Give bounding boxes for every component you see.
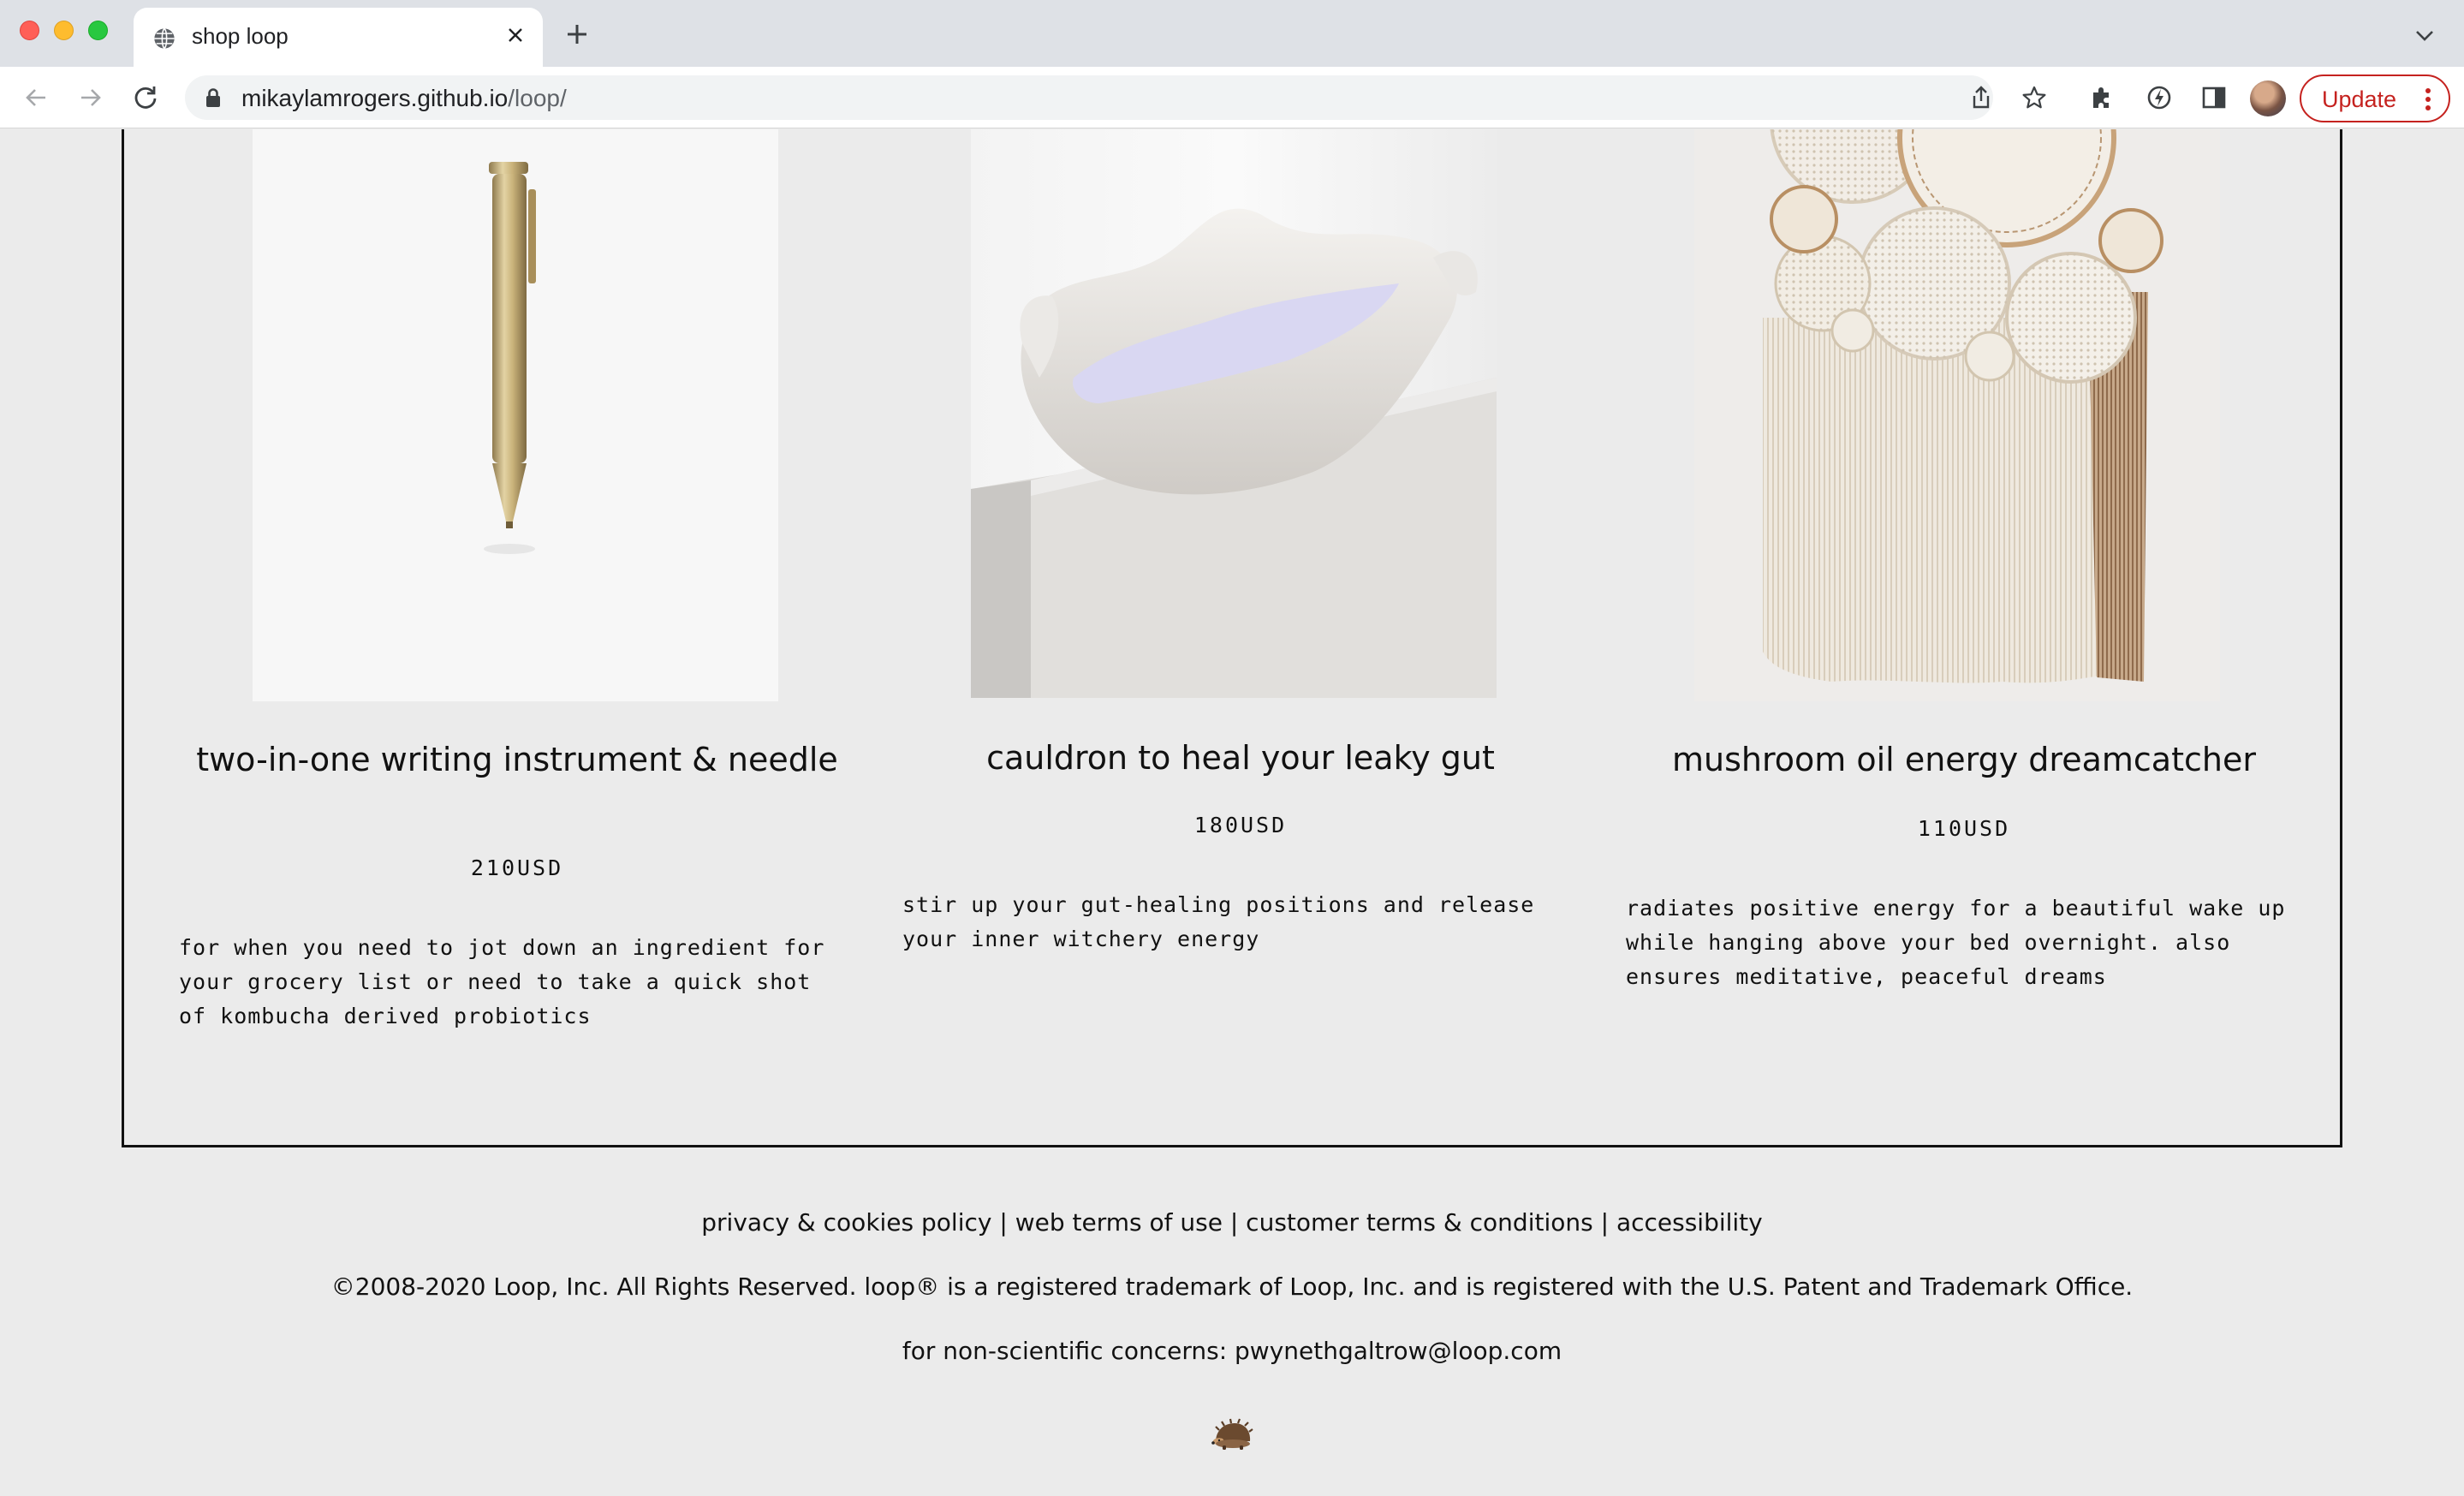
side-panel-icon[interactable] (2199, 82, 2229, 113)
tab-search-chevron-icon[interactable] (2409, 21, 2440, 51)
product-title[interactable]: two-in-one writing instrument & needle (179, 739, 855, 780)
update-button[interactable]: Update (2300, 75, 2450, 122)
footer-separator: | (1222, 1208, 1247, 1237)
customer-terms-link[interactable]: customer terms & conditions (1246, 1208, 1593, 1237)
footer-separator: | (991, 1208, 1015, 1237)
footer-links: privacy & cookies policy | web terms of … (0, 1208, 2464, 1237)
window-minimize-button[interactable] (54, 21, 74, 40)
more-vertical-icon[interactable] (2419, 86, 2437, 112)
privacy-link[interactable]: privacy & cookies policy (701, 1208, 991, 1237)
browser-toolbar: mikaylamrogers.github.io/loop/ Update (0, 67, 2464, 128)
footer-contact: for non-scientific concerns: pwynethgalt… (902, 1337, 1562, 1365)
address-bar[interactable]: mikaylamrogers.github.io/loop/ (185, 75, 2046, 120)
lock-icon[interactable] (202, 86, 224, 109)
extensions-puzzle-icon[interactable] (2087, 82, 2118, 113)
bookmark-star-icon[interactable] (2021, 84, 2048, 111)
tab-close-icon[interactable] (500, 20, 531, 51)
product-description: for when you need to jot down an ingredi… (179, 935, 825, 1028)
product-price: 180USD (1193, 813, 1288, 837)
url-text[interactable]: mikaylamrogers.github.io/loop/ (241, 85, 567, 112)
window-maximize-button[interactable] (88, 21, 108, 40)
hedgehog-icon (1211, 1418, 1253, 1450)
product-grid: two-in-one writing instrument & needle 2… (122, 129, 2342, 1147)
brass-pen-image[interactable] (253, 129, 778, 701)
browser-tab-active[interactable]: shop loop (134, 8, 543, 67)
new-tab-icon[interactable] (562, 19, 592, 50)
page-viewport: two-in-one writing instrument & needle 2… (0, 129, 2464, 1496)
product-description: stir up your gut-healing positions and r… (902, 892, 1535, 951)
share-icon[interactable] (1967, 84, 1995, 111)
reload-icon[interactable] (128, 80, 163, 115)
product-description: radiates positive energy for a beautiful… (1626, 896, 2286, 989)
product-title[interactable]: mushroom oil energy dreamcatcher (1626, 739, 2302, 780)
performance-icon[interactable] (2144, 82, 2175, 113)
ceramic-bowl-image[interactable] (971, 129, 1497, 698)
product-price: 210USD (470, 855, 564, 880)
product-price: 110USD (1917, 816, 2011, 841)
url-path: /loop/ (508, 85, 567, 111)
globe-icon (154, 27, 175, 50)
browser-tab-bar: shop loop (0, 0, 2464, 67)
url-host: mikaylamrogers.github.io (241, 85, 509, 111)
dreamcatcher-image[interactable] (1694, 129, 2220, 701)
update-label: Update (2322, 86, 2397, 112)
accessibility-link[interactable]: accessibility (1616, 1208, 1763, 1237)
window-close-button[interactable] (20, 21, 39, 40)
product-title[interactable]: cauldron to heal your leaky gut (902, 737, 1579, 778)
web-terms-link[interactable]: web terms of use (1015, 1208, 1223, 1237)
footer-copyright: ©2008-2020 Loop, Inc. All Rights Reserve… (330, 1272, 2134, 1301)
profile-avatar[interactable] (2250, 80, 2286, 116)
tab-title: shop loop (192, 23, 289, 49)
forward-arrow-icon[interactable] (74, 80, 108, 115)
footer-separator: | (1592, 1208, 1616, 1237)
back-arrow-icon[interactable] (19, 80, 53, 115)
